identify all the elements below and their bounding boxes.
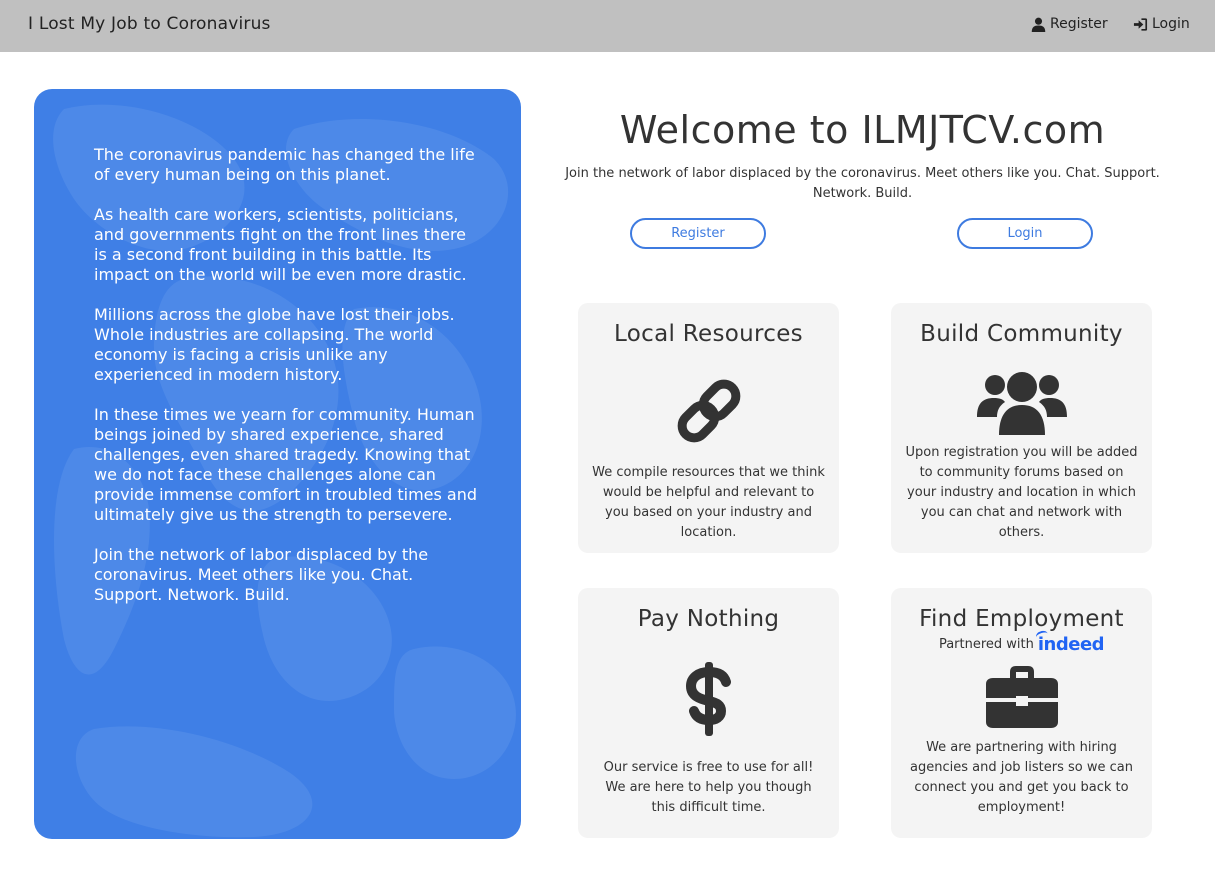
- card-description: We compile resources that we think would…: [592, 465, 825, 540]
- dollar-icon: [578, 662, 839, 736]
- card-find-employment: Find Employment Partnered with indeed We…: [891, 588, 1152, 838]
- hero-paragraph: As health care workers, scientists, poli…: [94, 205, 467, 284]
- hero-paragraph: In these times we yearn for community. H…: [94, 405, 478, 524]
- hero-paragraph: Millions across the globe have lost thei…: [94, 305, 455, 384]
- card-build-community: Build Community Upon registration you wi…: [891, 303, 1152, 553]
- nav-register-link[interactable]: Register: [1031, 16, 1108, 32]
- link-icon: [578, 375, 839, 447]
- card-description: We are partnering with hiring agencies a…: [910, 740, 1133, 815]
- register-button[interactable]: Register: [630, 218, 766, 249]
- top-navbar: I Lost My Job to Coronavirus Register Lo…: [0, 0, 1215, 52]
- hero-panel: The coronavirus pandemic has changed the…: [34, 89, 521, 839]
- indeed-logo: indeed: [1037, 634, 1105, 655]
- sign-in-icon: [1133, 17, 1148, 31]
- partner-text: Partnered with: [938, 637, 1034, 652]
- card-local-resources: Local Resources We compile resources tha…: [578, 303, 839, 553]
- hero-paragraph: The coronavirus pandemic has changed the…: [94, 145, 475, 184]
- nav-login-label: Login: [1152, 16, 1190, 32]
- card-title: Find Employment: [919, 606, 1124, 632]
- hero-text: The coronavirus pandemic has changed the…: [94, 145, 479, 625]
- briefcase-icon: [891, 666, 1152, 728]
- card-pay-nothing: Pay Nothing Our service is free to use f…: [578, 588, 839, 838]
- page-title: Welcome to ILMJTCV.com: [619, 108, 1106, 152]
- card-title: Local Resources: [614, 321, 803, 347]
- users-icon: [891, 371, 1152, 435]
- card-description: Our service is free to use for all! We a…: [603, 760, 814, 815]
- hero-paragraph: Join the network of labor displaced by t…: [94, 545, 429, 604]
- page-subtitle: Join the network of labor displaced by t…: [565, 166, 1160, 201]
- card-description: Upon registration you will be added to c…: [905, 445, 1138, 540]
- card-title: Build Community: [920, 321, 1123, 347]
- partner-line: Partnered with indeed: [891, 634, 1152, 655]
- nav-login-link[interactable]: Login: [1133, 16, 1190, 32]
- user-icon: [1031, 17, 1046, 32]
- site-brand-link[interactable]: I Lost My Job to Coronavirus: [28, 14, 271, 34]
- login-button[interactable]: Login: [957, 218, 1093, 249]
- card-title: Pay Nothing: [637, 606, 780, 632]
- nav-register-label: Register: [1050, 16, 1108, 32]
